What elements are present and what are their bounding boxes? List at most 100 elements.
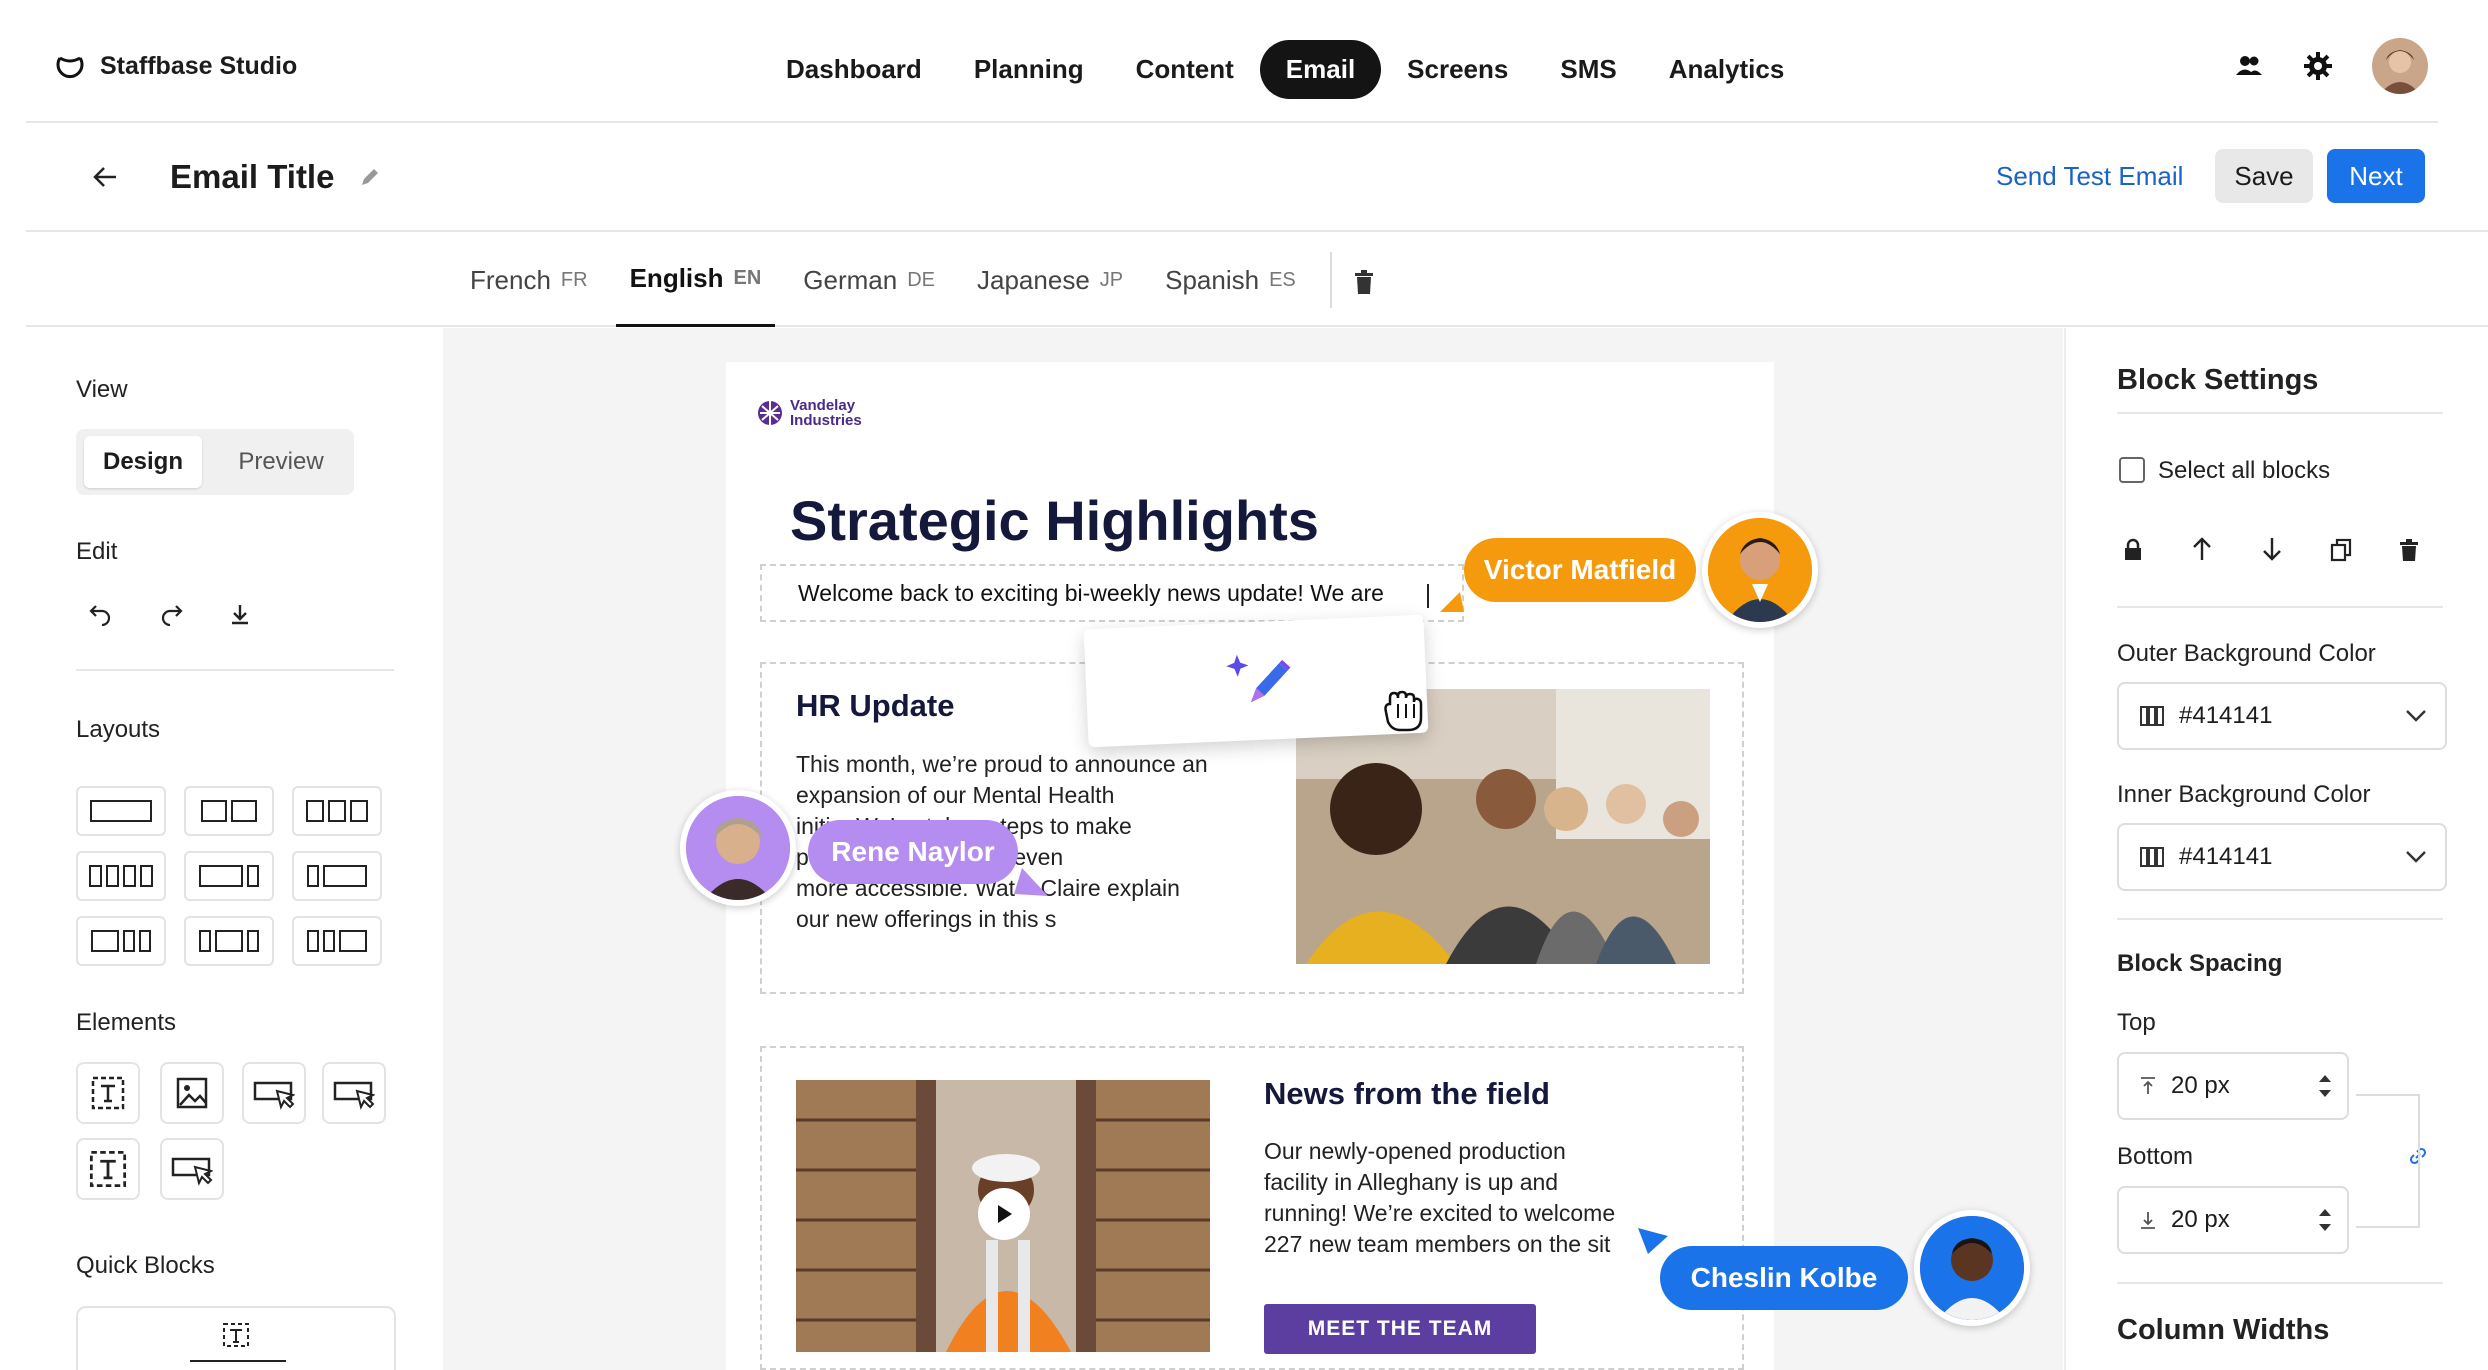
color-swatch-icon xyxy=(2140,847,2164,867)
layout-2-col[interactable] xyxy=(184,786,274,836)
top-spacing-value: 20 px xyxy=(2171,1072,2230,1099)
undo-icon[interactable] xyxy=(88,602,114,626)
divider xyxy=(76,669,394,671)
design-tab[interactable]: Design xyxy=(84,436,202,488)
arrow-down-icon[interactable] xyxy=(2260,536,2284,562)
align-bottom-icon xyxy=(2141,1212,2155,1229)
preview-tab[interactable]: Preview xyxy=(222,436,340,488)
divider xyxy=(2117,606,2443,608)
quick-block-card[interactable] xyxy=(76,1306,396,1370)
layout-narrow-wide-narrow[interactable] xyxy=(184,916,274,966)
play-icon xyxy=(998,1205,1012,1223)
select-all-checkbox[interactable] xyxy=(2119,457,2145,483)
element-cta[interactable] xyxy=(160,1138,224,1200)
element-text-large[interactable] xyxy=(76,1138,140,1200)
hr-update-title[interactable]: HR Update xyxy=(796,688,954,724)
element-image[interactable] xyxy=(160,1062,224,1124)
bottom-spacing-input[interactable]: 20 px xyxy=(2117,1186,2349,1254)
send-test-email-link[interactable]: Send Test Email xyxy=(1996,161,2183,192)
meet-the-team-button[interactable]: MEET THE TEAM xyxy=(1264,1304,1536,1354)
brand-line-1: Vandelay xyxy=(790,397,856,414)
user-avatar[interactable] xyxy=(2372,38,2428,94)
lang-name: German xyxy=(803,264,898,295)
button-link-icon xyxy=(333,1081,375,1110)
news-body[interactable]: Our newly-opened production facility in … xyxy=(1264,1136,1615,1260)
victor-avatar xyxy=(1702,512,1818,628)
warehouse-video[interactable] xyxy=(796,1080,1210,1352)
color-swatch-icon xyxy=(2140,706,2164,726)
edit-label: Edit xyxy=(76,538,118,565)
nav-planning[interactable]: Planning xyxy=(948,40,1110,99)
ai-assist-card[interactable] xyxy=(1083,614,1429,748)
nav-email[interactable]: Email xyxy=(1259,40,1382,99)
tab-german[interactable]: German DE xyxy=(789,233,949,327)
stepper-icon[interactable] xyxy=(2317,1071,2333,1101)
save-button[interactable]: Save xyxy=(2215,149,2313,203)
layout-narrow-wide[interactable] xyxy=(292,851,382,901)
link-bracket xyxy=(2356,1094,2420,1228)
rene-cursor-icon xyxy=(1014,868,1048,896)
layout-4-col[interactable] xyxy=(76,851,166,901)
next-button[interactable]: Next xyxy=(2327,149,2425,203)
inner-bg-value: #414141 xyxy=(2179,843,2273,870)
nav-content[interactable]: Content xyxy=(1110,40,1260,99)
news-line: facility in Alleghany is up and xyxy=(1264,1169,1559,1195)
nav-analytics[interactable]: Analytics xyxy=(1643,40,1811,99)
outer-bg-select[interactable]: #414141 xyxy=(2117,682,2447,750)
inner-bg-select[interactable]: #414141 xyxy=(2117,823,2447,891)
block-spacing-label: Block Spacing xyxy=(2117,950,2283,977)
welcome-text[interactable]: Welcome back to exciting bi-weekly news … xyxy=(798,580,1384,607)
text-block-icon xyxy=(223,1323,249,1347)
download-icon[interactable] xyxy=(228,602,252,626)
top-spacing-label: Top xyxy=(2117,1009,2156,1036)
stepper-icon[interactable] xyxy=(2317,1205,2333,1235)
element-text[interactable] xyxy=(76,1062,140,1124)
staffbase-logo-icon xyxy=(56,56,84,79)
bottom-spacing-label: Bottom xyxy=(2117,1143,2194,1170)
news-line: 227 new team members on the sit xyxy=(1264,1231,1611,1257)
tab-japanese[interactable]: Japanese JP xyxy=(963,233,1137,327)
pencil-icon[interactable] xyxy=(358,165,382,189)
text-cursor xyxy=(1427,584,1429,608)
element-button[interactable] xyxy=(242,1062,306,1124)
email-heading[interactable]: Strategic Highlights xyxy=(790,488,1319,553)
email-title[interactable]: Email Title xyxy=(170,158,382,196)
quick-blocks-label: Quick Blocks xyxy=(76,1252,215,1279)
layout-two-narrow-wide[interactable] xyxy=(292,916,382,966)
app-logo[interactable]: Staffbase Studio xyxy=(54,50,297,82)
delete-block-icon[interactable] xyxy=(2398,538,2420,562)
nav-sms[interactable]: SMS xyxy=(1534,40,1642,99)
news-title[interactable]: News from the field xyxy=(1264,1076,1550,1112)
gear-icon[interactable] xyxy=(2302,50,2334,82)
top-right-actions xyxy=(2234,38,2428,94)
back-arrow-icon[interactable] xyxy=(90,162,120,192)
play-button[interactable] xyxy=(978,1188,1030,1240)
divider xyxy=(2117,918,2443,920)
lock-icon[interactable] xyxy=(2122,538,2144,562)
tab-french[interactable]: French FR xyxy=(456,233,602,327)
news-line: Our newly-opened production xyxy=(1264,1138,1566,1164)
top-spacing-input[interactable]: 20 px xyxy=(2117,1052,2349,1120)
users-icon[interactable] xyxy=(2234,51,2264,81)
nav-dashboard[interactable]: Dashboard xyxy=(760,40,948,99)
align-top-icon xyxy=(2141,1077,2155,1094)
layout-wide-two-narrow[interactable] xyxy=(76,916,166,966)
duplicate-icon[interactable] xyxy=(2330,538,2352,562)
layout-3-col[interactable] xyxy=(292,786,382,836)
delete-language-icon[interactable] xyxy=(1352,269,1376,295)
rene-avatar xyxy=(680,790,796,906)
hr-line: our new offerings in this s xyxy=(796,906,1057,932)
email-title-text: Email Title xyxy=(170,158,335,195)
tab-english[interactable]: English EN xyxy=(615,233,776,327)
lang-name: Spanish xyxy=(1165,264,1260,295)
lang-code: JP xyxy=(1099,268,1124,291)
tab-spanish[interactable]: Spanish ES xyxy=(1151,233,1310,327)
nav-screens[interactable]: Screens xyxy=(1381,40,1534,99)
redo-icon[interactable] xyxy=(158,602,184,626)
layout-1-col[interactable] xyxy=(76,786,166,836)
arrow-up-icon[interactable] xyxy=(2190,536,2214,562)
element-button-alt[interactable] xyxy=(322,1062,386,1124)
cheslin-cursor-icon xyxy=(1638,1228,1668,1254)
layout-wide-narrow[interactable] xyxy=(184,851,274,901)
divider xyxy=(2117,412,2443,414)
